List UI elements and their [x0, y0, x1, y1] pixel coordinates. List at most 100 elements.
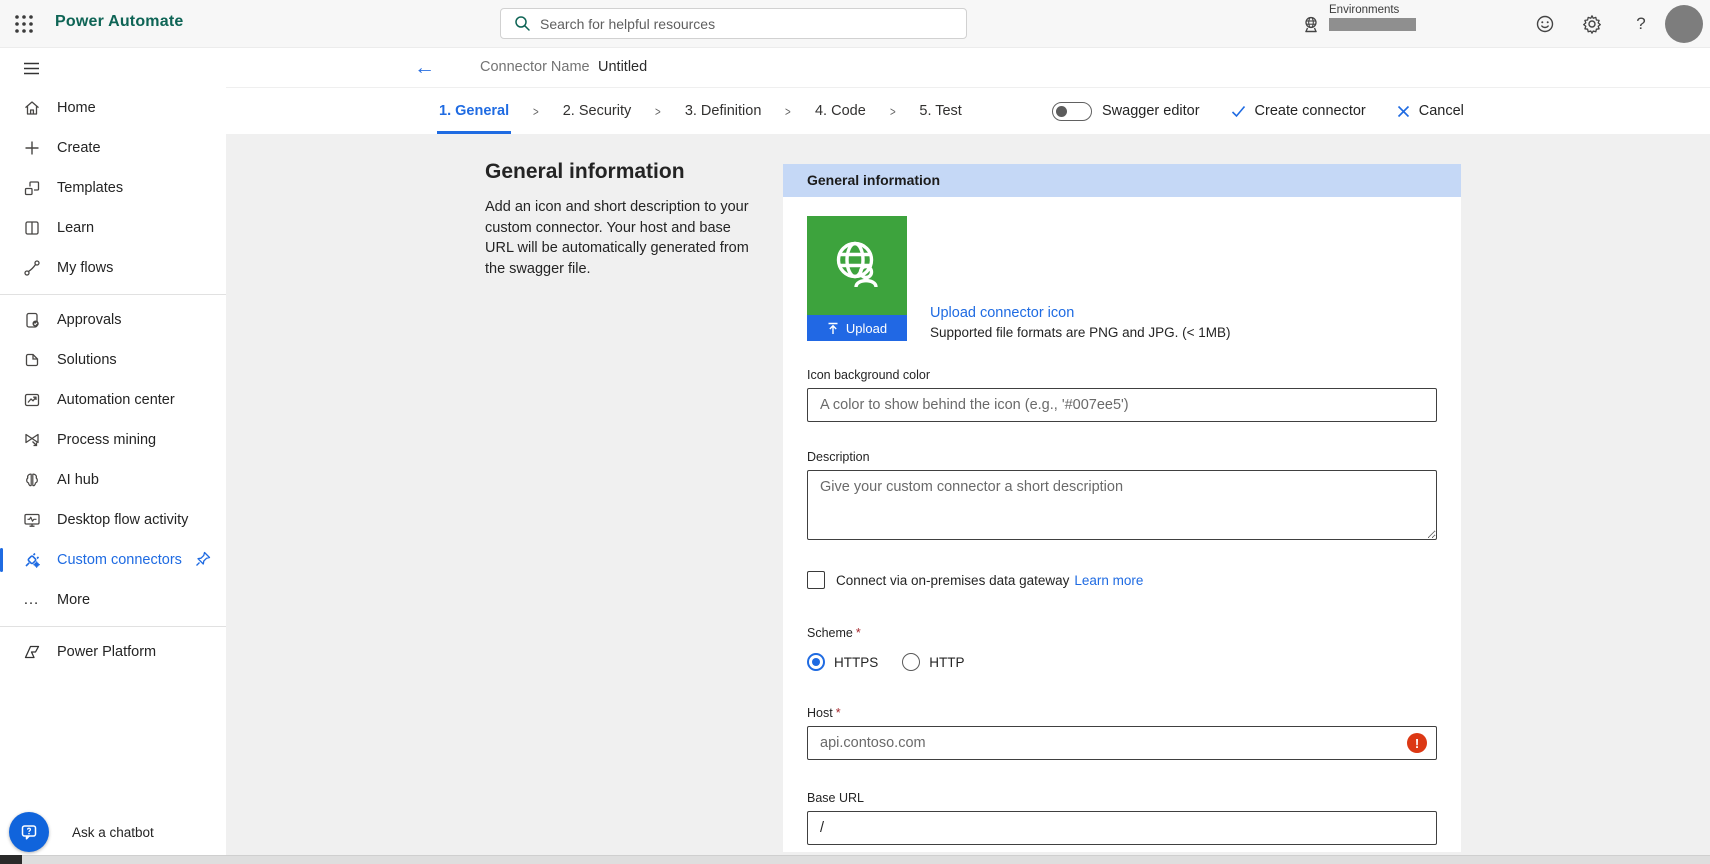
scheme-options: HTTPS HTTP [807, 653, 1437, 671]
horizontal-scrollbar[interactable] [22, 855, 1710, 864]
swagger-toggle[interactable] [1052, 102, 1092, 121]
pin-icon[interactable] [194, 550, 212, 568]
sidebar-item-label: Automation center [57, 392, 175, 408]
sidebar-item-approvals[interactable]: Approvals [0, 300, 226, 340]
chatbot-row[interactable]: Ask a chatbot [0, 812, 154, 852]
environment-name-redacted [1329, 18, 1416, 31]
sidebar-item-automation-center[interactable]: Automation center [0, 380, 226, 420]
base-url-input[interactable] [807, 811, 1437, 845]
scheme-http-radio[interactable]: HTTP [902, 653, 964, 671]
solutions-icon [21, 350, 42, 371]
scheme-label: Scheme* [807, 626, 1437, 640]
icon-bg-input[interactable] [807, 388, 1437, 422]
upload-hint: Supported file formats are PNG and JPG. … [930, 325, 1231, 340]
globe-person-icon [826, 235, 888, 297]
taskbar-fragment [0, 855, 22, 864]
icon-bg-label: Icon background color [807, 368, 1437, 382]
sidebar-item-learn[interactable]: Learn [0, 208, 226, 248]
waffle-icon [12, 12, 36, 36]
content: General information Add an icon and shor… [226, 134, 1710, 864]
scheme-label-text: Scheme [807, 626, 853, 640]
scheme-https-label: HTTPS [834, 655, 878, 670]
toggle-knob [1056, 106, 1067, 117]
search-box[interactable] [500, 8, 967, 39]
sidebar-item-power-platform[interactable]: Power Platform [0, 632, 226, 672]
host-input[interactable] [807, 726, 1437, 760]
sidebar-item-label: More [57, 592, 90, 608]
error-mark: ! [1415, 736, 1419, 751]
sidebar-divider [0, 620, 226, 632]
hamburger-icon [21, 58, 42, 79]
sidebar-item-label: Create [57, 140, 101, 156]
search-input[interactable] [540, 16, 966, 32]
plus-icon [21, 138, 42, 159]
cancel-button[interactable]: Cancel [1397, 103, 1464, 119]
sidebar-item-my-flows[interactable]: My flows [0, 248, 226, 288]
sidebar-item-templates[interactable]: Templates [0, 168, 226, 208]
sidebar-item-label: Process mining [57, 432, 156, 448]
sidebar-item-label: Power Platform [57, 644, 156, 660]
description-input[interactable] [807, 470, 1437, 540]
environments-label: Environments [1329, 4, 1416, 16]
sidebar-item-label: Desktop flow activity [57, 512, 188, 528]
connector-name-value[interactable]: Untitled [598, 59, 647, 75]
sidebar: Home Create Templates Learn My flows [0, 48, 226, 864]
learn-more-link[interactable]: Learn more [1074, 573, 1143, 588]
custom-connector-icon [21, 550, 42, 571]
gateway-checkbox[interactable] [807, 571, 825, 589]
sidebar-item-label: Solutions [57, 352, 117, 368]
sidebar-item-more[interactable]: … More [0, 580, 226, 620]
sidebar-item-create[interactable]: Create [0, 128, 226, 168]
sidebar-item-process-mining[interactable]: Process mining [0, 420, 226, 460]
sidebar-item-desktop-flow-activity[interactable]: Desktop flow activity [0, 500, 226, 540]
brain-icon [21, 470, 42, 491]
environment-picker[interactable]: Environments [1300, 4, 1416, 36]
chevron-right-icon: > [655, 104, 661, 119]
chevron-right-icon: > [785, 104, 791, 119]
create-connector-button[interactable]: Create connector [1231, 103, 1366, 119]
host-label-text: Host [807, 706, 833, 720]
chatbot-button[interactable] [9, 812, 49, 852]
step-code[interactable]: 4. Code [813, 88, 868, 134]
step-test[interactable]: 5. Test [917, 88, 963, 134]
sidebar-item-label: AI hub [57, 472, 99, 488]
settings-button[interactable] [1577, 9, 1607, 39]
section-description: Add an icon and short description to you… [485, 197, 751, 279]
required-asterisk: * [856, 626, 861, 640]
ellipsis-icon: … [21, 590, 42, 611]
flow-icon [21, 258, 42, 279]
description-label: Description [807, 450, 1437, 464]
sidebar-item-home[interactable]: Home [0, 88, 226, 128]
sidebar-item-custom-connectors[interactable]: Custom connectors [0, 540, 226, 580]
sidebar-item-solutions[interactable]: Solutions [0, 340, 226, 380]
process-mining-icon [21, 430, 42, 451]
app-title[interactable]: Power Automate [55, 13, 183, 31]
sidebar-item-label: Approvals [57, 312, 121, 328]
step-general[interactable]: 1. General [437, 88, 511, 134]
panel-body: Upload Upload connector icon Supported f… [783, 216, 1461, 845]
scheme-https-radio[interactable]: HTTPS [807, 653, 878, 671]
trend-chart-icon [21, 390, 42, 411]
required-asterisk: * [836, 706, 841, 720]
check-icon [1231, 105, 1246, 118]
header-actions: Swagger editor Create connector Cancel [1052, 88, 1464, 134]
feedback-button[interactable] [1530, 9, 1560, 39]
nav-collapse-button[interactable] [0, 48, 226, 88]
upload-button-label: Upload [846, 321, 887, 336]
app-launcher-button[interactable] [10, 10, 38, 38]
upload-connector-icon-link[interactable]: Upload connector icon [930, 305, 1231, 321]
main-area: ← Connector Name Untitled 1. General > 2… [226, 48, 1710, 864]
radio-unselected-icon [902, 653, 920, 671]
chat-question-icon [19, 822, 39, 842]
upload-button[interactable]: Upload [807, 315, 907, 341]
step-definition[interactable]: 3. Definition [683, 88, 764, 134]
back-button[interactable]: ← [414, 55, 435, 81]
help-button[interactable]: ? [1626, 9, 1656, 39]
sidebar-item-label: My flows [57, 260, 113, 276]
chevron-right-icon: > [890, 104, 896, 119]
clipboard-check-icon [21, 310, 42, 331]
account-avatar[interactable] [1665, 5, 1703, 43]
sidebar-item-ai-hub[interactable]: AI hub [0, 460, 226, 500]
step-security[interactable]: 2. Security [561, 88, 634, 134]
panel-header: General information [783, 164, 1461, 197]
